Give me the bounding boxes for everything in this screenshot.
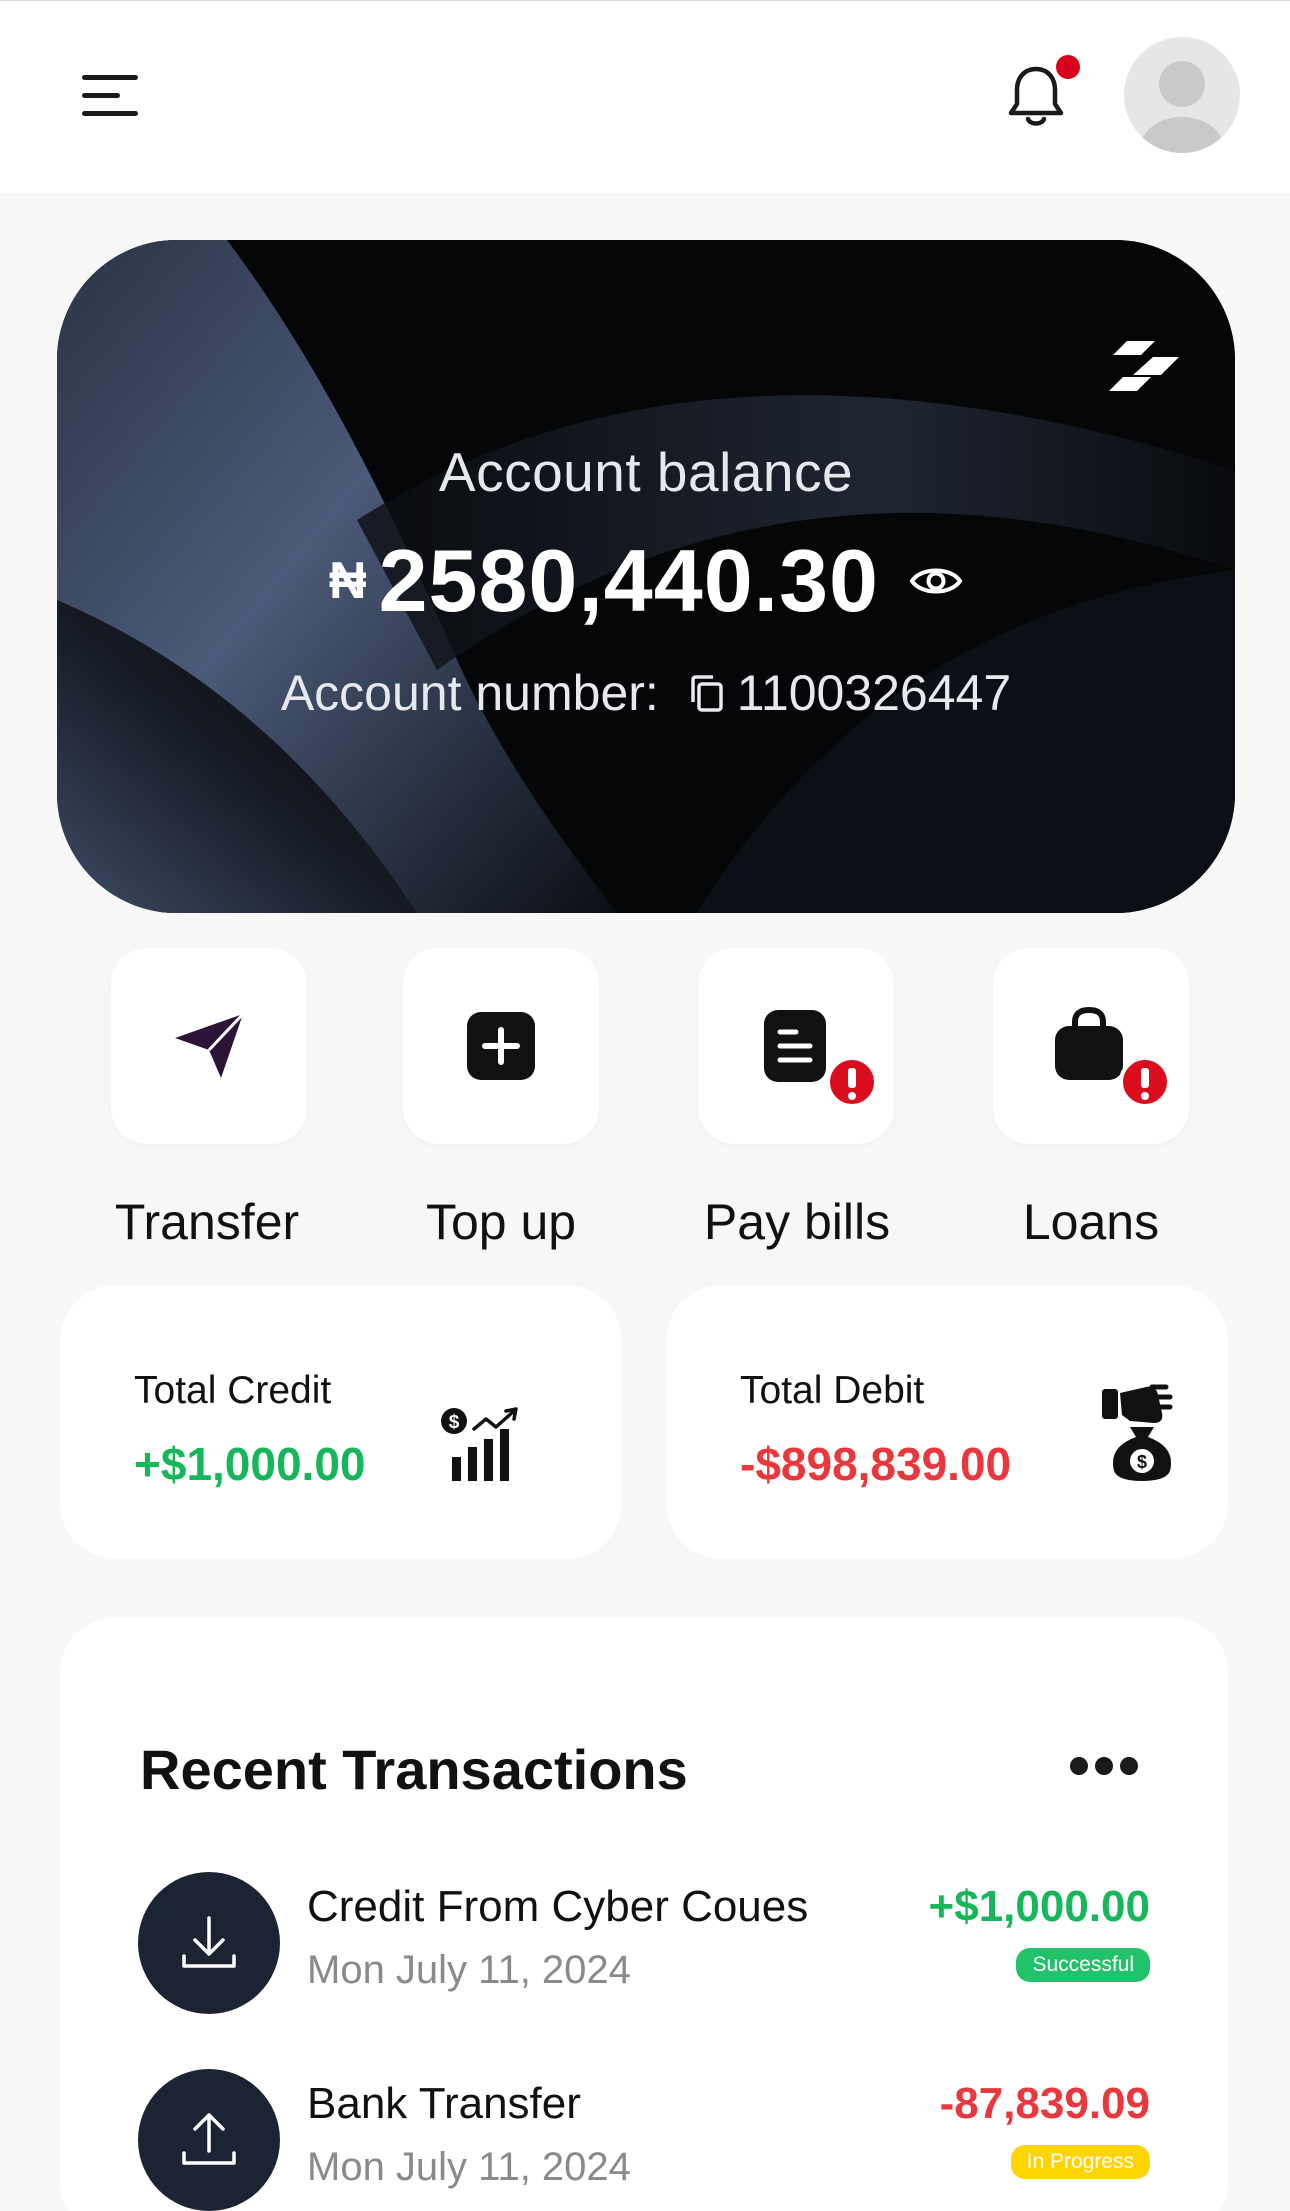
- transaction-amount: -87,839.09: [939, 2079, 1150, 2128]
- account-number-row: Account number: 1100326447: [57, 660, 1235, 722]
- upload-icon: [138, 2069, 280, 2211]
- account-number-label: Account number:: [280, 664, 659, 721]
- recent-transactions-title: Recent Transactions: [140, 1738, 688, 1801]
- status-badge: In Progress: [1010, 2145, 1150, 2179]
- loans-alert-icon: [1119, 1056, 1171, 1108]
- transaction-name: Credit From Cyber Coues: [307, 1882, 809, 1931]
- total-credit-card[interactable]: Total Credit +$1,000.00 $: [60, 1285, 622, 1559]
- more-dots-icon[interactable]: [1070, 1751, 1138, 1781]
- transaction-row[interactable]: Credit From Cyber Coues Mon July 11, 202…: [60, 1872, 1228, 2022]
- download-icon: [138, 1872, 280, 2014]
- total-debit-card[interactable]: Total Debit -$898,839.00 $: [666, 1285, 1228, 1559]
- transaction-date: Mon July 11, 2024: [307, 1948, 631, 1992]
- balance-amount-row: ₦ 2580,440.30: [57, 530, 1235, 632]
- total-credit-value: +$1,000.00: [134, 1438, 366, 1490]
- top-bar: [0, 0, 1290, 193]
- money-growth-chart-icon: $: [441, 1407, 518, 1481]
- svg-text:$: $: [1137, 1452, 1147, 1472]
- bill-icon: [764, 1010, 826, 1082]
- recent-transactions-panel: Recent Transactions Credit From Cyber Co…: [60, 1617, 1228, 2211]
- top-up-label: Top up: [425, 1194, 577, 1250]
- total-debit-value: -$898,839.00: [740, 1438, 1012, 1490]
- transaction-amount: +$1,000.00: [928, 1882, 1150, 1931]
- hand-money-bag-icon: $: [1102, 1384, 1173, 1481]
- loans-action-button[interactable]: [993, 948, 1189, 1144]
- brand-logo-icon: [1109, 341, 1179, 391]
- transaction-date: Mon July 11, 2024: [307, 2145, 631, 2189]
- plus-square-icon: [467, 1012, 535, 1080]
- total-credit-title: Total Credit: [134, 1369, 332, 1412]
- balance-amount: 2580,440.30: [378, 531, 879, 630]
- svg-text:$: $: [449, 1412, 460, 1433]
- pay-bills-label: Pay bills: [703, 1194, 891, 1250]
- send-icon: [175, 1012, 245, 1078]
- eye-icon[interactable]: [909, 562, 963, 600]
- status-badge: Successful: [1016, 1948, 1150, 1982]
- copy-icon[interactable]: [687, 672, 727, 714]
- balance-card: Account balance ₦ 2580,440.30 Account num…: [57, 240, 1235, 913]
- currency-symbol: ₦: [329, 552, 367, 610]
- dashboard-screen: Account balance ₦ 2580,440.30 Account num…: [0, 0, 1290, 2211]
- loans-label: Loans: [1022, 1194, 1160, 1250]
- top-up-action-button[interactable]: [403, 948, 599, 1144]
- bag-icon: [1055, 1006, 1123, 1080]
- pay-bills-action-button[interactable]: [698, 948, 894, 1144]
- transfer-action-button[interactable]: [111, 948, 307, 1144]
- account-number: 1100326447: [736, 664, 1012, 721]
- pay-bills-alert-icon: [826, 1056, 878, 1108]
- user-avatar-icon[interactable]: [1124, 37, 1240, 153]
- transaction-name: Bank Transfer: [307, 2079, 581, 2128]
- balance-label: Account balance: [438, 441, 854, 503]
- notification-dot: [1056, 55, 1080, 79]
- hamburger-menu-icon[interactable]: [82, 73, 140, 119]
- transfer-label: Transfer: [114, 1194, 300, 1250]
- transaction-row[interactable]: Bank Transfer Mon July 11, 2024 -87,839.…: [60, 2069, 1228, 2211]
- total-debit-title: Total Debit: [740, 1369, 925, 1412]
